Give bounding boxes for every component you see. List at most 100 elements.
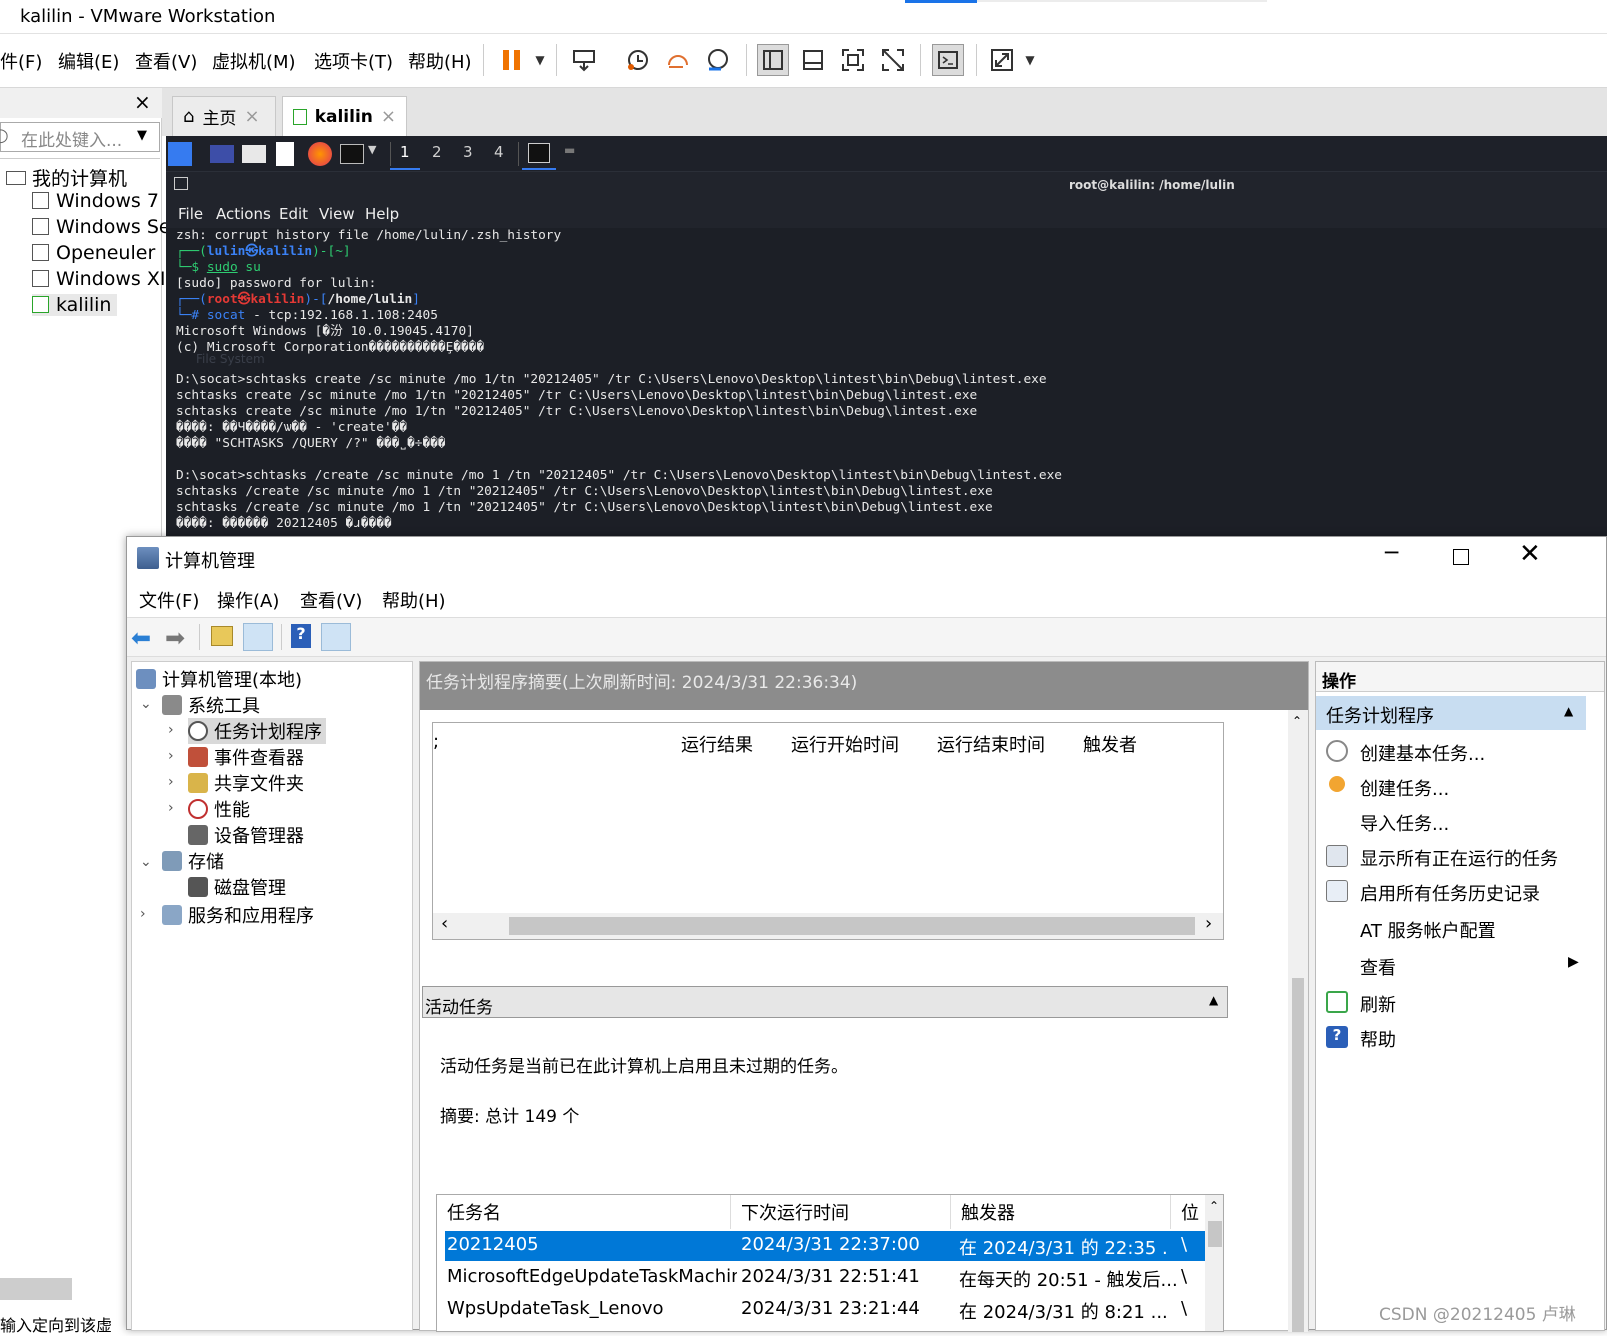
terminal-task-icon[interactable] <box>528 143 550 163</box>
action-view[interactable]: 查看 <box>1360 954 1396 980</box>
menu-edit[interactable]: 编辑(E) <box>58 48 119 74</box>
snapshot-manager-icon[interactable] <box>702 44 734 76</box>
chevron-down-icon[interactable]: ▼ <box>368 143 376 156</box>
menu-vm[interactable]: 虚拟机(M) <box>212 48 296 74</box>
chevron-right-icon[interactable]: › <box>168 722 174 738</box>
show-library-icon[interactable] <box>757 44 789 76</box>
chevron-right-icon[interactable]: › <box>168 800 174 816</box>
tasks-scrollbar[interactable]: ⌃ <box>1205 1195 1223 1331</box>
vm-screen[interactable]: ▼ 1 2 3 4 ▬ root@kalilin: /home/lulin Fi… <box>166 136 1607 536</box>
tree-system-tools[interactable]: 系统工具 <box>162 692 260 718</box>
terminal-menu-help[interactable]: Help <box>365 205 399 223</box>
console-view-icon[interactable] <box>932 44 964 76</box>
unity-icon[interactable] <box>877 44 909 76</box>
thumbnail-bar-icon[interactable] <box>797 44 829 76</box>
help-icon[interactable]: ? <box>291 624 311 648</box>
tree-event-viewer[interactable]: 事件查看器 <box>188 744 304 770</box>
workspace-2[interactable]: 2 <box>432 143 442 161</box>
snapshot-icon[interactable] <box>622 44 654 76</box>
chevron-down-icon[interactable]: ⌄ <box>140 854 152 870</box>
chevron-down-icon[interactable]: ▼ <box>524 44 556 76</box>
show-action-pane-icon[interactable] <box>321 623 351 651</box>
library-scrollbar[interactable] <box>0 1278 72 1300</box>
vm-item-kalilin[interactable]: kalilin <box>32 294 118 316</box>
show-tree-icon[interactable] <box>243 623 273 651</box>
workspace-1[interactable]: 1 <box>400 143 410 161</box>
action-display-running-tasks[interactable]: 显示所有正在运行的任务 <box>1360 845 1558 871</box>
vm-item-openeuler[interactable]: Openeuler <box>32 242 155 264</box>
vm-item-windows7[interactable]: Windows 7 <box>32 190 159 212</box>
cm-menu-help[interactable]: 帮助(H) <box>382 587 446 613</box>
chevron-down-icon[interactable]: ⌄ <box>140 696 152 712</box>
chevron-up-icon[interactable]: ⌃ <box>1209 1199 1219 1213</box>
menu-help[interactable]: 帮助(H) <box>408 48 472 74</box>
cm-menu-file[interactable]: 文件(F) <box>139 587 199 613</box>
vm-item-windows-server[interactable]: Windows Se <box>32 216 171 238</box>
workspace-4[interactable]: 4 <box>494 143 504 161</box>
maximize-icon[interactable] <box>1453 549 1469 565</box>
action-at-service-account[interactable]: AT 服务帐户配置 <box>1360 917 1496 943</box>
tree-services-apps[interactable]: 服务和应用程序 <box>162 902 314 928</box>
action-help[interactable]: 帮助 <box>1360 1026 1396 1052</box>
tree-root[interactable]: 我的计算机 <box>6 164 127 191</box>
action-create-task[interactable]: 创建任务... <box>1360 775 1449 801</box>
table-row[interactable]: 20212405 2024/3/31 22:37:00 在 2024/3/31 … <box>445 1231 1205 1261</box>
close-icon[interactable]: ✕ <box>1519 539 1541 569</box>
close-icon[interactable]: × <box>244 106 259 127</box>
terminal-menu-view[interactable]: View <box>319 205 355 223</box>
library-search[interactable]: ○ 在此处键入... ▼ <box>0 122 160 152</box>
terminal-output[interactable]: zsh: corrupt history file /home/lulin/.z… <box>176 228 1596 532</box>
terminal-icon[interactable] <box>340 144 364 164</box>
col-trigger[interactable]: 触发器 <box>951 1195 1171 1229</box>
revert-snapshot-icon[interactable] <box>662 44 694 76</box>
tab-home[interactable]: ⌂ 主页 × <box>172 96 276 136</box>
collapse-icon[interactable]: ▲ <box>1209 993 1218 1007</box>
close-icon[interactable]: × <box>134 90 151 114</box>
text-editor-icon[interactable] <box>276 142 294 166</box>
chevron-right-icon[interactable]: › <box>1205 913 1212 934</box>
firefox-icon[interactable] <box>308 142 332 166</box>
minimize-icon[interactable]: ─ <box>1385 541 1398 566</box>
fullscreen-icon[interactable] <box>837 44 869 76</box>
cm-menu-action[interactable]: 操作(A) <box>217 587 279 613</box>
chevron-right-icon[interactable]: › <box>168 748 174 764</box>
tree-cm-root[interactable]: 计算机管理(本地) <box>136 666 302 692</box>
col-run-end[interactable]: 运行结束时间 <box>937 731 1045 757</box>
action-enable-task-history[interactable]: 启用所有任务历史记录 <box>1360 880 1540 906</box>
scrollbar-thumb[interactable] <box>1208 1221 1222 1247</box>
chevron-right-icon[interactable]: › <box>168 774 174 790</box>
chevron-right-icon[interactable]: ▶ <box>1568 954 1579 970</box>
col-run-result[interactable]: 运行结果 <box>681 731 753 757</box>
tree-performance[interactable]: 性能 <box>188 796 250 822</box>
kali-menu-icon[interactable] <box>168 142 192 166</box>
tree-shared-folders[interactable]: 共享文件夹 <box>188 770 304 796</box>
send-ctrl-alt-del-icon[interactable] <box>568 44 600 76</box>
actions-section-task-scheduler[interactable]: 任务计划程序 ▲ <box>1316 696 1586 730</box>
chevron-right-icon[interactable]: › <box>140 906 146 922</box>
chevron-left-icon[interactable]: ‹ <box>441 913 448 934</box>
menu-view[interactable]: 查看(V) <box>135 48 197 74</box>
action-create-basic-task[interactable]: 创建基本任务... <box>1360 740 1485 766</box>
up-folder-icon[interactable] <box>211 626 233 646</box>
col-location[interactable]: 位 <box>1171 1195 1205 1229</box>
forward-arrow-icon[interactable]: ➡ <box>165 624 185 652</box>
horizontal-scrollbar[interactable]: ‹ › <box>433 913 1223 939</box>
tree-task-scheduler[interactable]: 任务计划程序 <box>188 718 326 744</box>
col-triggered-by[interactable]: 触发者 <box>1083 731 1137 757</box>
col-run-start[interactable]: 运行开始时间 <box>791 731 899 757</box>
action-refresh[interactable]: 刷新 <box>1360 991 1396 1017</box>
terminal-menu-file[interactable]: File <box>178 205 203 223</box>
cm-menu-view[interactable]: 查看(V) <box>300 587 362 613</box>
close-icon[interactable]: × <box>381 106 396 127</box>
chevron-down-icon[interactable]: ▼ <box>137 128 147 143</box>
scrollbar-thumb[interactable] <box>509 917 1195 935</box>
table-row[interactable]: WpsUpdateTask_Lenovo 2024/3/31 23:21:44 … <box>445 1295 1205 1325</box>
center-scrollbar[interactable]: ⌃ <box>1288 710 1308 1332</box>
menu-file[interactable]: 件(F) <box>0 48 42 74</box>
terminal-menu-actions[interactable]: Actions <box>216 205 271 223</box>
active-tasks-header[interactable]: 活动任务 ▲ <box>422 986 1228 1018</box>
tab-kalilin[interactable]: kalilin × <box>282 96 407 136</box>
vm-item-windows-xp[interactable]: Windows XI <box>32 268 165 290</box>
tree-disk-management[interactable]: 磁盘管理 <box>188 874 286 900</box>
collapse-icon[interactable]: ▲ <box>1564 704 1573 718</box>
